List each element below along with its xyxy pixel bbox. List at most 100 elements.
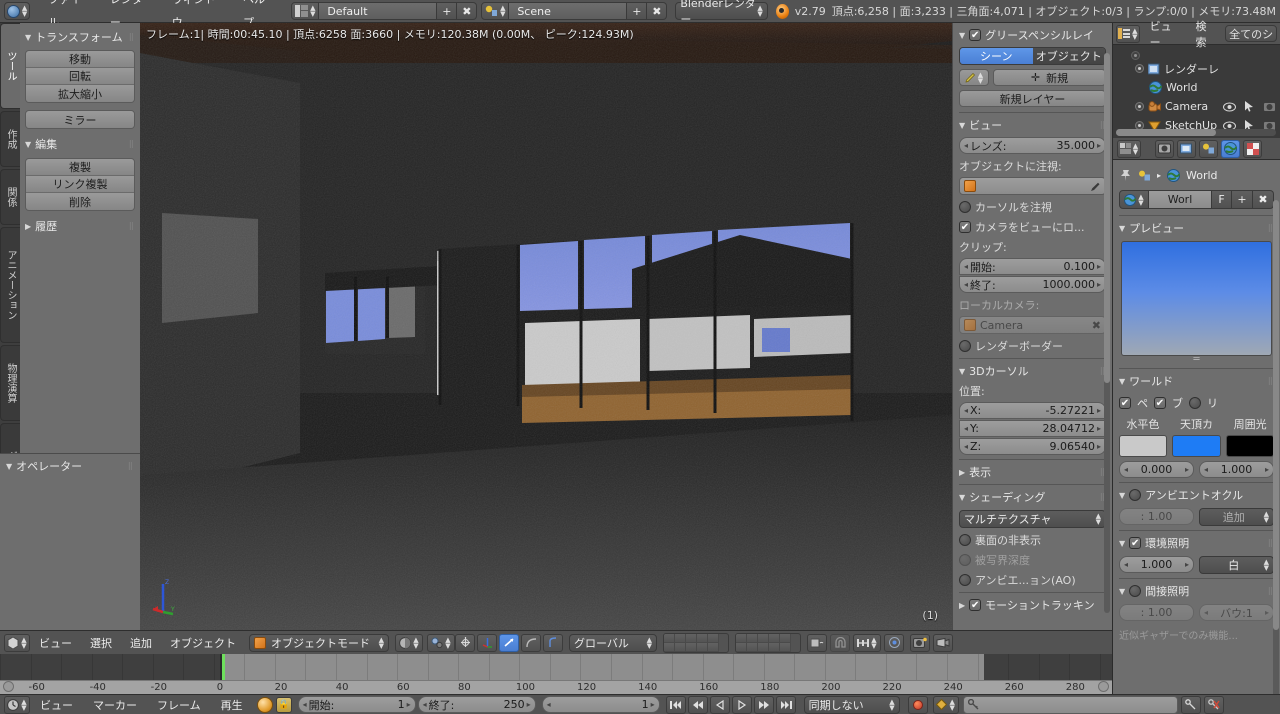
- shading-mode-select[interactable]: マルチテクスチャ ▲ ▼: [959, 510, 1106, 528]
- pivot-point-select[interactable]: ▲ ▼: [427, 633, 455, 652]
- outliner-row-scene-clipped[interactable]: [1113, 46, 1280, 65]
- translate-button[interactable]: 移動: [26, 51, 134, 68]
- grease-pencil-checkbox[interactable]: ✔: [969, 29, 982, 41]
- local-camera-field[interactable]: Camera ✖: [959, 316, 1106, 334]
- real-sky-checkbox[interactable]: [1189, 397, 1201, 409]
- jump-to-end-button[interactable]: [775, 695, 796, 714]
- render-preview-button[interactable]: [910, 633, 930, 652]
- manipulator-extra-button[interactable]: [543, 633, 563, 652]
- panel-header-transform[interactable]: ▼ トランスフォーム ⣿: [25, 29, 135, 45]
- add-scene-button[interactable]: +: [627, 2, 648, 20]
- step-back-button[interactable]: [709, 695, 730, 714]
- outliner-row-camera[interactable]: Camera: [1113, 97, 1280, 116]
- jump-to-start-button[interactable]: [665, 695, 686, 714]
- use-audio-sync-icon[interactable]: [256, 696, 273, 713]
- layer-group-bottom[interactable]: [735, 632, 801, 653]
- timeline-menu-view[interactable]: ビュー: [30, 697, 83, 713]
- indirect-lighting-checkbox[interactable]: [1129, 585, 1142, 597]
- gp-new-button[interactable]: ✛ 新規: [993, 69, 1106, 86]
- layer-cell[interactable]: [747, 633, 758, 643]
- cursor-y-field[interactable]: Y: 28.04712: [959, 420, 1106, 437]
- viewport-editor-type-selector[interactable]: ▲ ▼: [4, 633, 30, 652]
- panel-header-display[interactable]: ▶ 表示 ⣿: [959, 464, 1106, 480]
- ambient-occlusion-checkbox[interactable]: [959, 574, 971, 586]
- scale-button[interactable]: 拡大縮小: [26, 85, 134, 102]
- ao-blend-mode-select[interactable]: 追加 ▲ ▼: [1199, 508, 1274, 526]
- rotate-manipulator-button[interactable]: [499, 633, 519, 652]
- tool-tab-animation[interactable]: アニメーション: [0, 227, 20, 343]
- properties-tab-texture[interactable]: [1243, 139, 1262, 158]
- 3d-viewport[interactable]: フレーム:1| 時間:00:45.10 | 頂点:6258 面:3660 | メ…: [140, 23, 952, 630]
- preview-resize-grip[interactable]: ═: [1119, 355, 1274, 365]
- delete-button[interactable]: 削除: [26, 193, 134, 210]
- gp-new-layer-button[interactable]: 新規レイヤー: [959, 90, 1106, 107]
- ambient-color-swatch[interactable]: [1225, 435, 1274, 457]
- world-name-field[interactable]: Worl: [1149, 190, 1212, 209]
- timeline-editor-type-selector[interactable]: ▲ ▼: [4, 695, 30, 714]
- visibility-eye-icon[interactable]: [1223, 102, 1236, 112]
- eyedropper-icon[interactable]: [1090, 181, 1101, 192]
- panel-header-edit[interactable]: ▼ 編集 ⣿: [25, 136, 135, 152]
- panel-header-3d-cursor[interactable]: ▼ 3Dカーソル ⣿: [959, 363, 1106, 379]
- screen-layout-selector[interactable]: ▲ ▼ Default + ✖: [291, 2, 478, 20]
- layer-cell[interactable]: [736, 642, 747, 652]
- expand-icon[interactable]: [1131, 51, 1140, 60]
- panel-header-ambient-occlusion[interactable]: ▼ アンビエントオクル: [1119, 487, 1274, 503]
- sync-mode-select[interactable]: 同期しない ▲ ▼: [803, 695, 900, 714]
- expand-icon[interactable]: [1135, 64, 1144, 73]
- properties-tab-scene[interactable]: [1199, 139, 1218, 158]
- layer-cell[interactable]: [708, 633, 719, 643]
- blend-sky-checkbox[interactable]: ✔: [1154, 397, 1166, 409]
- unlink-world-button[interactable]: ✖: [1253, 190, 1274, 209]
- step-forward-button[interactable]: [753, 695, 774, 714]
- lock-layers-button[interactable]: [807, 633, 827, 652]
- outliner-display-mode-selector[interactable]: ▲ ▼: [1116, 24, 1140, 43]
- layer-cell[interactable]: [708, 642, 719, 652]
- horizon-color-swatch[interactable]: [1119, 435, 1168, 457]
- cursor-x-field[interactable]: X: -5.27221: [959, 402, 1106, 419]
- render-opengl-button[interactable]: [933, 633, 953, 652]
- cursor-z-field[interactable]: Z: 9.06540: [959, 438, 1106, 455]
- layer-cell[interactable]: [675, 642, 686, 652]
- npanel-scrollbar[interactable]: [1104, 53, 1110, 613]
- selectability-cursor-icon[interactable]: [1244, 101, 1255, 112]
- tool-tab-tools[interactable]: ツール: [0, 23, 20, 109]
- panel-header-shading[interactable]: ▼ シェーディング ⣿: [959, 489, 1106, 505]
- pin-icon[interactable]: [1119, 169, 1132, 182]
- active-keying-set-field[interactable]: [962, 695, 1178, 714]
- zenith-color-swatch[interactable]: [1172, 435, 1221, 457]
- delete-keyframe-button[interactable]: [1203, 695, 1224, 714]
- indirect-bounces-field[interactable]: バウ:1: [1199, 604, 1274, 621]
- clip-end-field[interactable]: 終了: 1000.000: [959, 276, 1106, 293]
- gp-brush-selector[interactable]: ▲ ▼: [959, 69, 989, 86]
- insert-keyframe-button[interactable]: [1180, 695, 1201, 714]
- paper-sky-checkbox[interactable]: ✔: [1119, 397, 1131, 409]
- timeline-scroll-handle-left[interactable]: [3, 681, 14, 692]
- delete-screen-layout-button[interactable]: ✖: [457, 2, 478, 20]
- timeline-playhead[interactable]: [220, 654, 225, 680]
- fake-user-button[interactable]: F: [1212, 190, 1232, 209]
- scene-name[interactable]: Scene: [509, 2, 628, 20]
- world-datablock-icon-button[interactable]: ▲ ▼: [1119, 190, 1149, 209]
- panel-header-world[interactable]: ▼ ワールド ⣿: [1119, 373, 1274, 389]
- properties-tab-render-layers[interactable]: [1177, 139, 1196, 158]
- layer-cell[interactable]: [686, 633, 697, 643]
- snap-element-select[interactable]: ▲ ▼: [853, 633, 881, 652]
- snap-magnet-button[interactable]: [830, 633, 850, 652]
- layer-cell[interactable]: [780, 633, 791, 643]
- timeline-menu-frame[interactable]: フレーム: [147, 697, 211, 713]
- env-source-select[interactable]: 白 ▲ ▼: [1199, 556, 1274, 574]
- outliner-filter-select[interactable]: 全てのシ: [1225, 25, 1277, 42]
- scene-icon[interactable]: ▲ ▼: [481, 2, 510, 20]
- layer-cell[interactable]: [758, 633, 769, 643]
- layer-cell[interactable]: [769, 642, 780, 652]
- layer-cell[interactable]: [664, 642, 675, 652]
- environment-lighting-checkbox[interactable]: ✔: [1129, 537, 1142, 549]
- new-world-button[interactable]: +: [1232, 190, 1253, 209]
- world-value-right-field[interactable]: 1.000: [1199, 461, 1274, 478]
- clip-start-field[interactable]: 開始: 0.100: [959, 258, 1106, 275]
- layer-cell[interactable]: [697, 633, 708, 643]
- world-value-left-field[interactable]: 0.000: [1119, 461, 1194, 478]
- translate-manipulator-button[interactable]: [477, 633, 497, 652]
- add-screen-layout-button[interactable]: +: [437, 2, 458, 20]
